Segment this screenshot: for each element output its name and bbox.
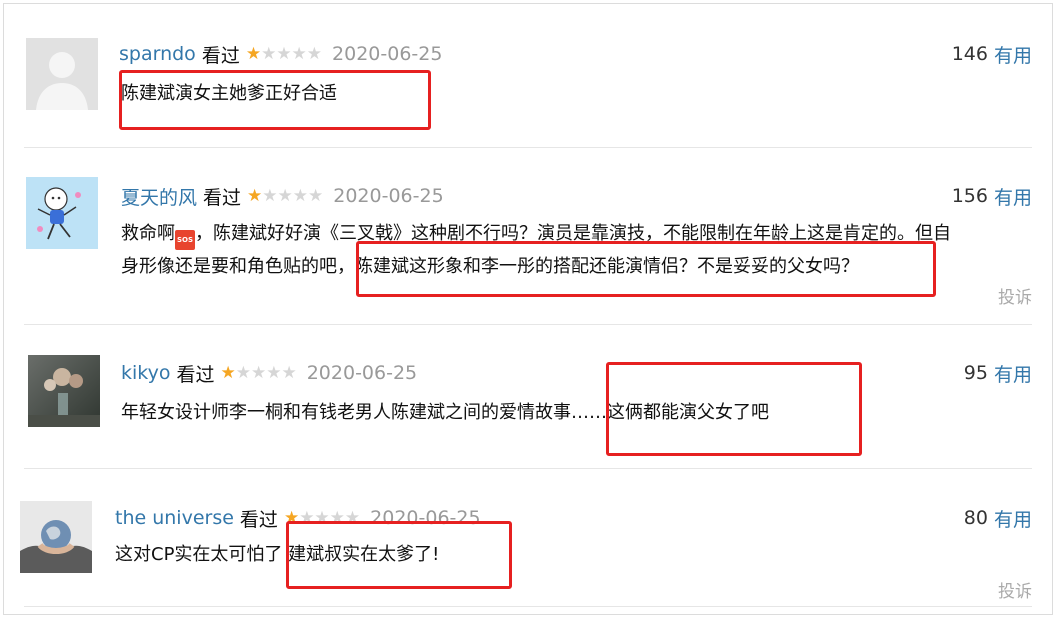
avatar[interactable]: [26, 38, 98, 110]
username-link[interactable]: the universe: [115, 507, 234, 529]
vote-area: 80 有用: [964, 503, 1032, 533]
rating-stars: ★★★★★: [220, 363, 297, 383]
hands-globe-icon: [20, 501, 92, 573]
report-link[interactable]: 投诉: [998, 577, 1032, 602]
rating-stars: ★★★★★: [247, 186, 324, 206]
avatar[interactable]: [20, 501, 92, 573]
vote-count: 95: [963, 362, 988, 384]
vote-count: 80: [963, 507, 988, 529]
divider: [24, 147, 1032, 148]
vote-area: 146 有用: [952, 39, 1032, 69]
comment-date: 2020-06-25: [306, 362, 418, 384]
comment-item: the universe 看过 ★★★★★ 2020-06-25 80 有用 这…: [4, 469, 1054, 616]
comment-item: kikyo 看过 ★★★★★ 2020-06-25 95 有用 年轻女设计师李一…: [4, 324, 1054, 469]
cartoon-avatar-icon: [26, 177, 98, 249]
useful-button[interactable]: 有用: [994, 360, 1032, 387]
useful-button[interactable]: 有用: [994, 41, 1032, 68]
watched-label: 看过: [176, 363, 215, 386]
useful-button[interactable]: 有用: [994, 505, 1032, 532]
comment-date: 2020-06-25: [333, 185, 444, 207]
username-link[interactable]: 夏天的风: [121, 183, 197, 210]
vote-count: 146: [951, 43, 988, 65]
watched-label: 看过: [203, 186, 242, 209]
comment-meta: sparndo 看过 ★★★★★ 2020-06-25: [119, 39, 442, 69]
sos-emoji-icon: SOS: [175, 230, 195, 250]
username-link[interactable]: kikyo: [121, 362, 170, 384]
highlight-box: [606, 362, 862, 456]
comment-meta: kikyo 看过 ★★★★★ 2020-06-25: [121, 358, 417, 388]
default-user-icon: [26, 38, 98, 110]
divider: [24, 606, 1032, 607]
vote-count: 156: [951, 185, 988, 207]
report-link[interactable]: 投诉: [998, 283, 1032, 308]
vote-area: 156 有用: [952, 181, 1032, 211]
useful-button[interactable]: 有用: [994, 183, 1032, 210]
rating-stars: ★★★★★: [245, 44, 323, 64]
highlight-box: [119, 70, 431, 130]
avatar[interactable]: [28, 355, 100, 427]
vote-area: 95 有用: [964, 358, 1032, 388]
avatar[interactable]: [26, 177, 98, 249]
watched-label: 看过: [239, 508, 278, 531]
comment-item: 夏天的风 看过 ★★★★★ 2020-06-25 156 有用 救命啊 SOS ，陈…: [4, 149, 1054, 324]
highlight-box: [286, 521, 512, 589]
comment-date: 2020-06-25: [332, 43, 443, 65]
flowers-photo-icon: [28, 355, 100, 427]
highlight-box: [356, 241, 936, 297]
comment-meta: 夏天的风 看过 ★★★★★ 2020-06-25: [121, 181, 444, 211]
watched-label: 看过: [201, 44, 240, 67]
username-link[interactable]: sparndo: [119, 43, 196, 65]
